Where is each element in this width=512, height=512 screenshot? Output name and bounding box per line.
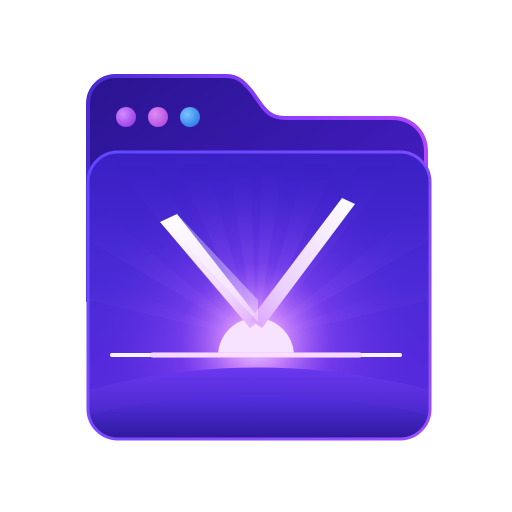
folder-app-icon-graphic [86,74,432,441]
violet-dot [148,107,168,127]
folder-front-panel [86,150,432,441]
blue-dot [180,107,200,127]
folder-app-icon [0,0,512,512]
purple-dot [116,107,136,127]
